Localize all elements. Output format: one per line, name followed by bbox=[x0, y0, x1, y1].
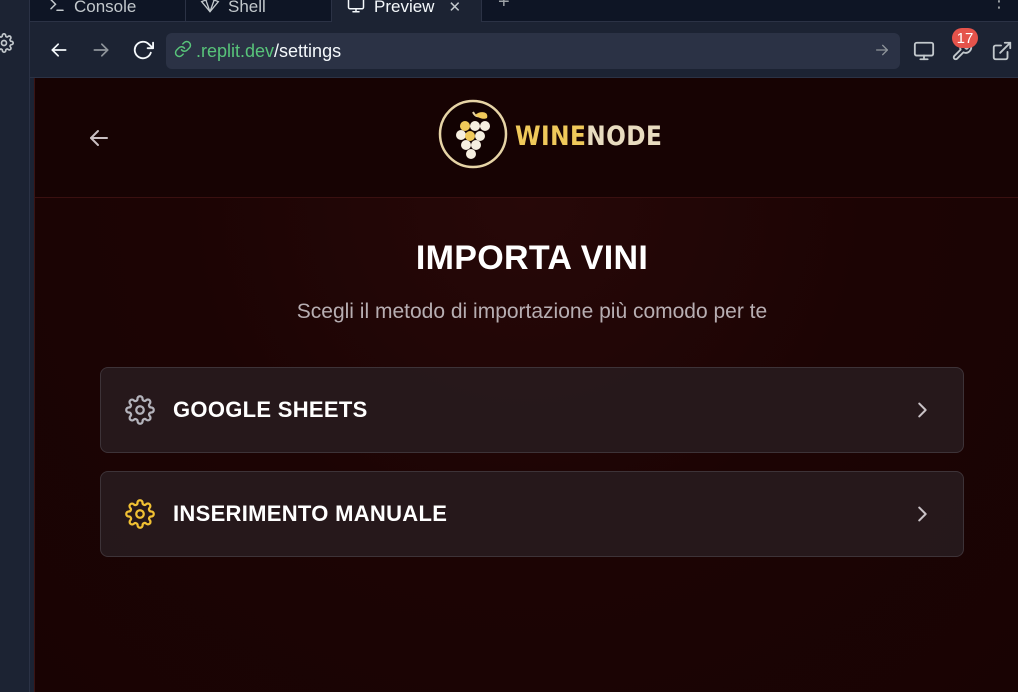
close-icon[interactable]: ✕ bbox=[448, 0, 461, 16]
option-label: GOOGLE SHEETS bbox=[173, 397, 368, 422]
url-host: .replit.dev bbox=[196, 40, 275, 61]
tab-console[interactable]: Console bbox=[34, 0, 186, 22]
chevron-right-icon bbox=[911, 398, 933, 422]
app-preview: WINENODE IMPORTA VINI Scegli il metodo d… bbox=[34, 78, 1018, 692]
tab-label: Preview bbox=[374, 0, 435, 16]
preview-url-bar: .replit.dev /settings 17 bbox=[30, 22, 1018, 78]
logo-text-node: NODE bbox=[586, 120, 663, 152]
grape-icon bbox=[437, 98, 509, 175]
back-arrow-icon[interactable] bbox=[87, 126, 111, 150]
logo-text: WINENODE bbox=[515, 121, 662, 152]
shell-icon bbox=[200, 0, 220, 19]
tab-preview[interactable]: Preview ✕ bbox=[332, 0, 482, 22]
manual-entry-option[interactable]: INSERIMENTO MANUALE bbox=[100, 471, 964, 557]
open-new-window-icon[interactable] bbox=[990, 39, 1014, 63]
page-subtitle: Scegli il metodo di importazione più com… bbox=[296, 300, 768, 323]
forward-arrow-icon[interactable] bbox=[90, 39, 112, 61]
gear-icon bbox=[125, 395, 155, 425]
more-menu-button[interactable]: ⋮ bbox=[990, 0, 1008, 12]
tab-shell[interactable]: Shell bbox=[186, 0, 332, 22]
option-label: INSERIMENTO MANUALE bbox=[173, 501, 448, 526]
refresh-icon[interactable] bbox=[132, 39, 154, 61]
go-arrow-icon[interactable] bbox=[874, 42, 890, 63]
ide-tab-bar: Console Shell Preview ✕ + ⋮ bbox=[30, 0, 1018, 22]
chevron-right-icon bbox=[911, 502, 933, 526]
winenode-logo[interactable]: WINENODE bbox=[437, 98, 686, 174]
tab-label: Shell bbox=[228, 0, 266, 16]
url-path: /settings bbox=[274, 40, 342, 61]
monitor-icon bbox=[346, 0, 366, 19]
tab-label: Console bbox=[74, 0, 137, 16]
back-arrow-icon[interactable] bbox=[48, 39, 70, 61]
logo-text-wine: WINE bbox=[515, 120, 587, 152]
url-input[interactable]: .replit.dev /settings bbox=[166, 33, 900, 69]
app-header: WINENODE bbox=[35, 78, 1018, 198]
page-title: IMPORTA VINI bbox=[415, 239, 649, 277]
devices-icon[interactable] bbox=[912, 39, 936, 63]
link-icon bbox=[174, 40, 192, 63]
terminal-icon bbox=[48, 0, 66, 19]
add-tab-button[interactable]: + bbox=[498, 0, 510, 14]
gear-icon[interactable] bbox=[0, 33, 14, 53]
notification-badge: 17 bbox=[952, 28, 978, 48]
gear-icon bbox=[125, 499, 155, 529]
ide-left-rail bbox=[0, 0, 30, 692]
google-sheets-option[interactable]: GOOGLE SHEETS bbox=[100, 367, 964, 453]
